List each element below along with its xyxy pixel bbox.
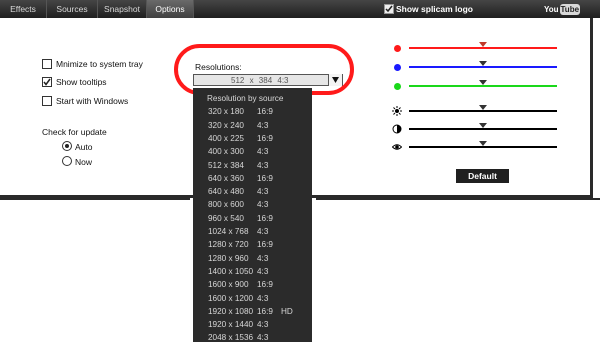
- blue-slider-track[interactable]: [409, 66, 557, 68]
- show-logo-label: Show splicam logo: [396, 4, 473, 14]
- panel-bottom-border-right: [316, 198, 600, 200]
- resolution-option-size: 2048 x 1536: [208, 333, 254, 343]
- checkmark-icon: [43, 78, 51, 86]
- saturation-slider-thumb[interactable]: [479, 141, 487, 146]
- resolution-dropdown-list: Resolution by source 320 x 180 16:9 320 x 2…: [193, 88, 312, 342]
- red-slider-thumb[interactable]: [479, 42, 487, 47]
- brightness-icon: [392, 106, 402, 116]
- youtube-logo[interactable]: You Tube: [544, 4, 581, 15]
- tab-snapshot[interactable]: Snapshot: [98, 0, 147, 18]
- resolution-option-aspect: 4:3: [257, 333, 269, 343]
- minimize-checkbox[interactable]: [42, 59, 52, 69]
- contrast-icon: [392, 124, 402, 134]
- eye-icon: [391, 142, 403, 152]
- green-slider-track[interactable]: [409, 85, 557, 87]
- blue-dot-icon: [394, 64, 401, 71]
- update-now-radio[interactable]: [62, 156, 72, 166]
- tooltips-label: Show tooltips: [56, 77, 107, 87]
- green-slider-thumb[interactable]: [479, 80, 487, 85]
- red-dot-icon: [394, 45, 401, 52]
- tab-sources[interactable]: Sources: [47, 0, 98, 18]
- tab-effects[interactable]: Effects: [0, 0, 47, 18]
- update-now-label: Now: [75, 157, 93, 167]
- show-logo-checkbox[interactable]: [384, 4, 394, 14]
- update-auto-label: Auto: [75, 142, 93, 152]
- brightness-slider-thumb[interactable]: [479, 105, 487, 110]
- update-auto-radio[interactable]: [62, 141, 72, 151]
- resolution-option[interactable]: 2048 x 1536 4:3: [193, 329, 312, 346]
- red-slider-track[interactable]: [409, 47, 557, 49]
- saturation-slider-track[interactable]: [409, 146, 557, 148]
- default-button[interactable]: Default: [456, 169, 509, 183]
- tooltips-checkbox[interactable]: [42, 77, 52, 87]
- brightness-slider-track[interactable]: [409, 110, 557, 112]
- startup-checkbox[interactable]: [42, 96, 52, 106]
- contrast-slider-track[interactable]: [409, 128, 557, 130]
- check-update-title: Check for update: [42, 127, 107, 137]
- tab-options[interactable]: Options: [147, 0, 194, 18]
- startup-label: Start with Windows: [56, 96, 129, 106]
- minimize-label: Mnimize to system tray: [56, 59, 143, 69]
- top-tab-bar: Effects Sources Snapshot Options Show sp…: [0, 0, 600, 18]
- checkmark-icon: [385, 5, 393, 13]
- panel-bottom-border: [0, 198, 190, 200]
- blue-slider-thumb[interactable]: [479, 61, 487, 66]
- green-dot-icon: [394, 83, 401, 90]
- contrast-slider-thumb[interactable]: [479, 123, 487, 128]
